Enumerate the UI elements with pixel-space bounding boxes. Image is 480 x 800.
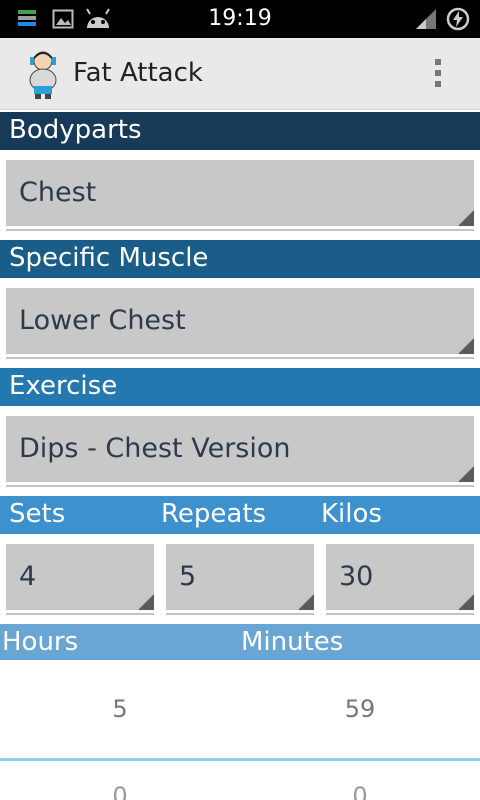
repeats-value: 5 xyxy=(179,561,197,592)
overflow-menu-icon[interactable] xyxy=(426,56,450,92)
kilos-spinner[interactable]: 30 xyxy=(326,544,474,610)
battery-charging-icon xyxy=(446,7,470,31)
divider xyxy=(6,229,474,231)
specific-muscle-value: Lower Chest xyxy=(19,305,186,336)
dropdown-arrow-icon xyxy=(458,594,474,610)
clock: 19:19 xyxy=(208,6,272,31)
divider xyxy=(6,357,474,359)
sets-repeats-kilos-header: Sets Repeats Kilos xyxy=(0,496,480,534)
sets-label: Sets xyxy=(9,499,66,529)
exercise-value: Dips - Chest Version xyxy=(19,433,291,464)
kilos-value: 30 xyxy=(339,561,374,592)
signal-icon xyxy=(416,9,436,29)
dropdown-arrow-icon xyxy=(458,466,474,482)
minutes-label: Minutes xyxy=(241,627,344,657)
dropdown-arrow-icon xyxy=(138,594,154,610)
picker-selection-divider xyxy=(0,758,480,761)
sets-spinner[interactable]: 4 xyxy=(6,544,154,610)
bodyparts-label: Bodyparts xyxy=(9,115,142,145)
minutes-current-value[interactable]: 0 xyxy=(330,782,390,800)
exercise-spinner[interactable]: Dips - Chest Version xyxy=(6,416,474,482)
duration-picker[interactable]: 5 59 0 0 xyxy=(0,660,480,800)
dropdown-arrow-icon xyxy=(298,594,314,610)
repeats-spinner[interactable]: 5 xyxy=(166,544,314,610)
kilos-label: Kilos xyxy=(321,499,382,529)
divider xyxy=(6,485,474,487)
bodyparts-header: Bodyparts xyxy=(0,112,480,150)
exercise-header: Exercise xyxy=(0,368,480,406)
hours-prev-value[interactable]: 5 xyxy=(90,695,150,723)
status-bar: 19:19 xyxy=(0,0,480,38)
exercise-label: Exercise xyxy=(9,371,118,401)
divider xyxy=(166,613,314,615)
specific-muscle-spinner[interactable]: Lower Chest xyxy=(6,288,474,354)
repeats-label: Repeats xyxy=(161,499,267,529)
duration-header: Hours Minutes xyxy=(0,624,480,662)
sets-value: 4 xyxy=(19,561,37,592)
hours-current-value[interactable]: 0 xyxy=(90,782,150,800)
divider xyxy=(6,613,154,615)
divider xyxy=(326,613,474,615)
app-title: Fat Attack xyxy=(73,58,203,88)
dropdown-arrow-icon xyxy=(458,210,474,226)
specific-muscle-header: Specific Muscle xyxy=(0,240,480,278)
minutes-prev-value[interactable]: 59 xyxy=(330,695,390,723)
bodyparts-spinner[interactable]: Chest xyxy=(6,160,474,226)
app-bar: Fat Attack xyxy=(0,38,480,110)
hours-label: Hours xyxy=(2,627,79,657)
dropdown-arrow-icon xyxy=(458,338,474,354)
specific-muscle-label: Specific Muscle xyxy=(9,243,209,273)
app-logo-icon[interactable] xyxy=(24,48,62,100)
bodyparts-value: Chest xyxy=(19,177,97,208)
